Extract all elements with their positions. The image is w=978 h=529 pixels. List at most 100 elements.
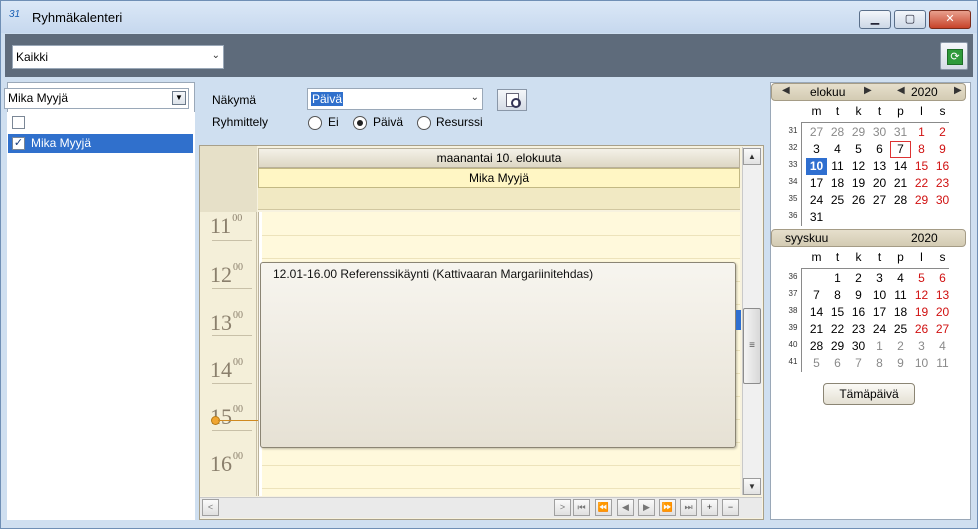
calendar-day[interactable]: 30 — [848, 338, 869, 355]
calendar-day[interactable]: 30 — [932, 192, 953, 209]
calendar-day[interactable]: 14 — [890, 158, 911, 175]
refresh-button[interactable]: ⟳ — [940, 42, 968, 70]
calendar-day[interactable]: 16 — [932, 158, 953, 175]
scroll-thumb[interactable]: ≡ — [743, 308, 761, 384]
calendar-day[interactable]: 9 — [848, 287, 869, 304]
calendar-day[interactable]: 12 — [848, 158, 869, 175]
view-dropdown[interactable]: Päivä ⌄ — [307, 88, 483, 110]
grouping-radio-resource[interactable] — [417, 116, 431, 130]
calendar-day[interactable]: 10 — [911, 355, 932, 372]
calendar-day[interactable]: 15 — [911, 158, 932, 175]
calendar-day[interactable]: 29 — [848, 124, 869, 141]
calendar-day[interactable]: 4 — [890, 270, 911, 287]
calendar-day[interactable]: 19 — [848, 175, 869, 192]
nav-prev-button[interactable]: ◀ — [617, 499, 634, 516]
calendar-day[interactable]: 2 — [932, 124, 953, 141]
today-button[interactable]: Tämäpäivä — [823, 383, 915, 405]
calendar-day[interactable]: 6 — [932, 270, 953, 287]
nav-next-button[interactable]: > — [554, 499, 571, 516]
prev-month-icon[interactable]: ◀ — [782, 85, 790, 96]
calendar-day[interactable]: 24 — [806, 192, 827, 209]
appointment[interactable]: 12.01-16.00 Referenssikäynti (Kattivaara… — [260, 262, 736, 448]
calendar-day[interactable]: 30 — [869, 124, 890, 141]
user-select-dropdown[interactable]: Mika Myyjä ▼ — [4, 88, 189, 109]
group-filter-dropdown[interactable]: Kaikki ⌄ — [12, 45, 224, 69]
calendar-day[interactable]: 28 — [890, 192, 911, 209]
calendar-day[interactable]: 11 — [890, 287, 911, 304]
calendar-day[interactable]: 1 — [911, 124, 932, 141]
calendar-day[interactable]: 27 — [806, 124, 827, 141]
calendar-day[interactable]: 9 — [890, 355, 911, 372]
maximize-button[interactable]: ▢ — [894, 10, 926, 29]
scroll-down-button[interactable]: ▼ — [743, 478, 761, 495]
grouping-radio-none[interactable] — [308, 116, 322, 130]
calendar-day[interactable]: 17 — [869, 304, 890, 321]
next-year-icon[interactable]: ▶ — [954, 85, 962, 96]
nav-fast-forward-button[interactable]: ⏩ — [659, 499, 676, 516]
calendar-day[interactable]: 3 — [806, 141, 827, 158]
calendar-day[interactable]: 20 — [932, 304, 953, 321]
calendar-day[interactable]: 19 — [911, 304, 932, 321]
close-button[interactable]: ✕ — [929, 10, 971, 29]
calendar-day[interactable]: 18 — [890, 304, 911, 321]
calendar-day[interactable]: 6 — [869, 141, 890, 158]
remove-button[interactable]: − — [722, 499, 739, 516]
nav-fast-back-button[interactable]: ⏪ — [595, 499, 612, 516]
calendar-day[interactable]: 8 — [827, 287, 848, 304]
calendar-day[interactable]: 25 — [890, 321, 911, 338]
calendar-day[interactable]: 13 — [869, 158, 890, 175]
calendar-day[interactable]: 24 — [869, 321, 890, 338]
calendar-day[interactable]: 27 — [932, 321, 953, 338]
calendar-day[interactable]: 2 — [890, 338, 911, 355]
calendar-day[interactable]: 18 — [827, 175, 848, 192]
nav-first-button[interactable]: ⏮ — [573, 499, 590, 516]
calendar-day[interactable]: 29 — [827, 338, 848, 355]
calendar-day[interactable]: 11 — [932, 355, 953, 372]
grouping-radio-day[interactable] — [353, 116, 367, 130]
calendar-day[interactable]: 8 — [869, 355, 890, 372]
calendar-day[interactable]: 25 — [827, 192, 848, 209]
calendar-day[interactable]: 28 — [827, 124, 848, 141]
calendar-day[interactable]: 28 — [806, 338, 827, 355]
calendar-day[interactable]: 21 — [890, 175, 911, 192]
calendar-day[interactable]: 5 — [848, 141, 869, 158]
calendar-day[interactable]: 3 — [911, 338, 932, 355]
calendar-day[interactable]: 7 — [806, 287, 827, 304]
calendar-day[interactable]: 4 — [827, 141, 848, 158]
scroll-up-button[interactable]: ▲ — [743, 148, 761, 165]
calendar-day[interactable]: 22 — [827, 321, 848, 338]
calendar-day[interactable]: 5 — [806, 355, 827, 372]
add-button[interactable]: + — [701, 499, 718, 516]
calendar-day[interactable]: 26 — [911, 321, 932, 338]
calendar-day[interactable]: 20 — [869, 175, 890, 192]
calendar-day[interactable]: 15 — [827, 304, 848, 321]
calendar-day[interactable]: 11 — [827, 158, 848, 175]
calendar-day[interactable]: 23 — [932, 175, 953, 192]
print-preview-button[interactable] — [497, 89, 527, 111]
calendar-day[interactable]: 3 — [869, 270, 890, 287]
nav-forward-button[interactable]: ▶ — [638, 499, 655, 516]
date-header[interactable]: maanantai 10. elokuuta — [258, 148, 740, 168]
calendar-day[interactable]: 1 — [869, 338, 890, 355]
calendar-day[interactable]: 4 — [932, 338, 953, 355]
calendar-day[interactable]: 7 — [890, 141, 911, 158]
calendar-day[interactable]: 21 — [806, 321, 827, 338]
calendar-day[interactable]: 10 — [869, 287, 890, 304]
calendar-day[interactable]: 14 — [806, 304, 827, 321]
next-month-icon[interactable]: ▶ — [864, 85, 872, 96]
calendar-day[interactable]: 31 — [806, 209, 827, 226]
calendar-day[interactable]: 12 — [911, 287, 932, 304]
calendar-day[interactable]: 31 — [890, 124, 911, 141]
calendar-day[interactable]: 26 — [848, 192, 869, 209]
list-item[interactable]: ✓ Mika Myyjä — [8, 134, 193, 153]
calendar-day[interactable]: 29 — [911, 192, 932, 209]
calendar-day[interactable]: 23 — [848, 321, 869, 338]
nav-last-button[interactable]: ⏭ — [680, 499, 697, 516]
calendar-day[interactable]: 5 — [911, 270, 932, 287]
calendar-day[interactable]: 2 — [848, 270, 869, 287]
prev-year-icon[interactable]: ◀ — [897, 85, 905, 96]
user-checkbox[interactable]: ✓ — [12, 137, 25, 150]
calendar-day[interactable]: 16 — [848, 304, 869, 321]
calendar-day[interactable]: 8 — [911, 141, 932, 158]
all-day-area[interactable] — [258, 188, 740, 210]
